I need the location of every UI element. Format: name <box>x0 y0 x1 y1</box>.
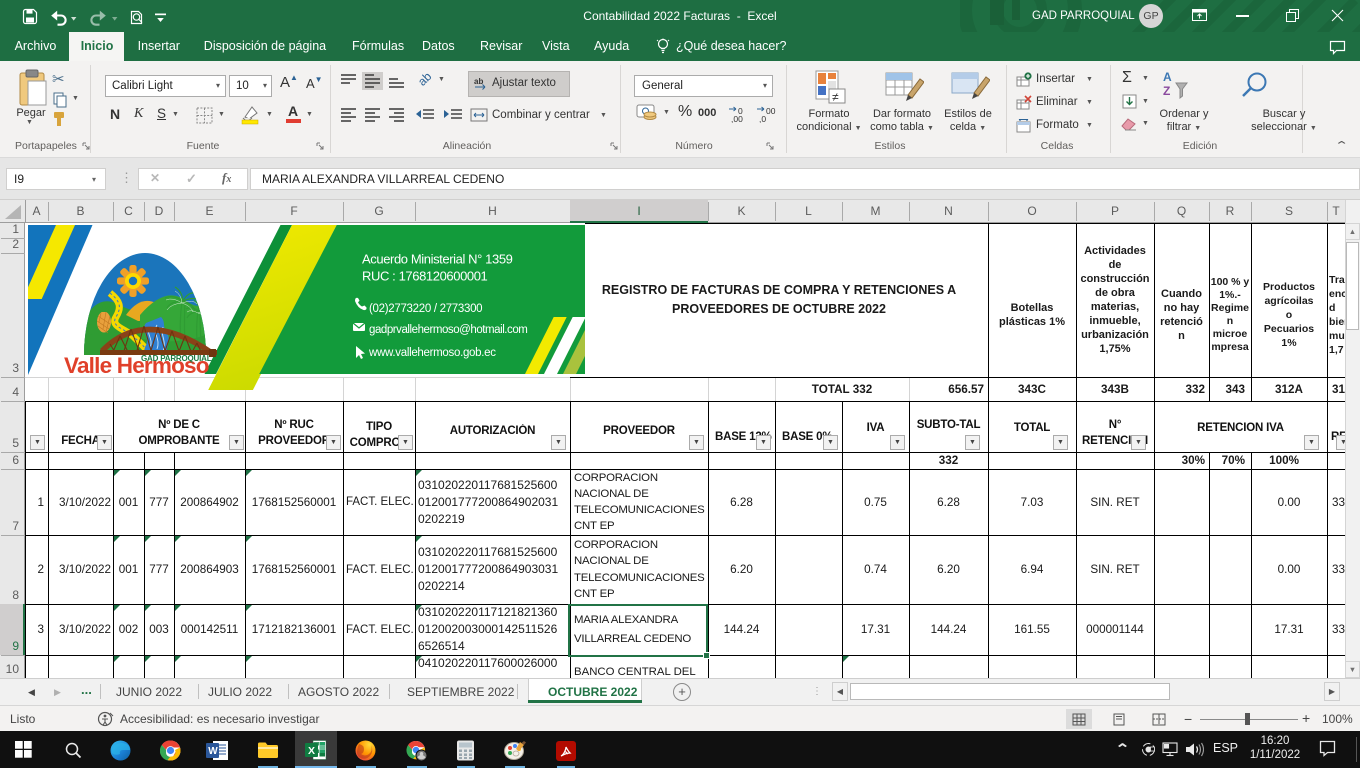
svg-text:gadprvallehermoso@hotmail.com: gadprvallehermoso@hotmail.com <box>369 324 527 336</box>
svg-text:(02)2773220 / 2773300: (02)2773220 / 2773300 <box>369 303 482 315</box>
svg-text:W: W <box>208 746 218 757</box>
svg-text:00: 00 <box>766 106 776 116</box>
svg-text:,0: ,0 <box>759 114 766 123</box>
svg-text:www.vallehermoso.gob.ec: www.vallehermoso.gob.ec <box>368 347 496 359</box>
svg-text:Acuerdo Ministerial N° 1359: Acuerdo Ministerial N° 1359 <box>362 252 513 267</box>
svg-text:A: A <box>1163 70 1172 84</box>
svg-text:ab: ab <box>474 77 483 86</box>
svg-text:Z: Z <box>1163 84 1170 98</box>
svg-text:RUC : 1768120600001: RUC : 1768120600001 <box>362 269 488 284</box>
svg-text:X: X <box>308 745 315 757</box>
svg-text:≠: ≠ <box>832 90 839 104</box>
svg-text:GAD PARROQUIAL: GAD PARROQUIAL <box>141 354 212 363</box>
svg-text:,00: ,00 <box>731 114 743 123</box>
